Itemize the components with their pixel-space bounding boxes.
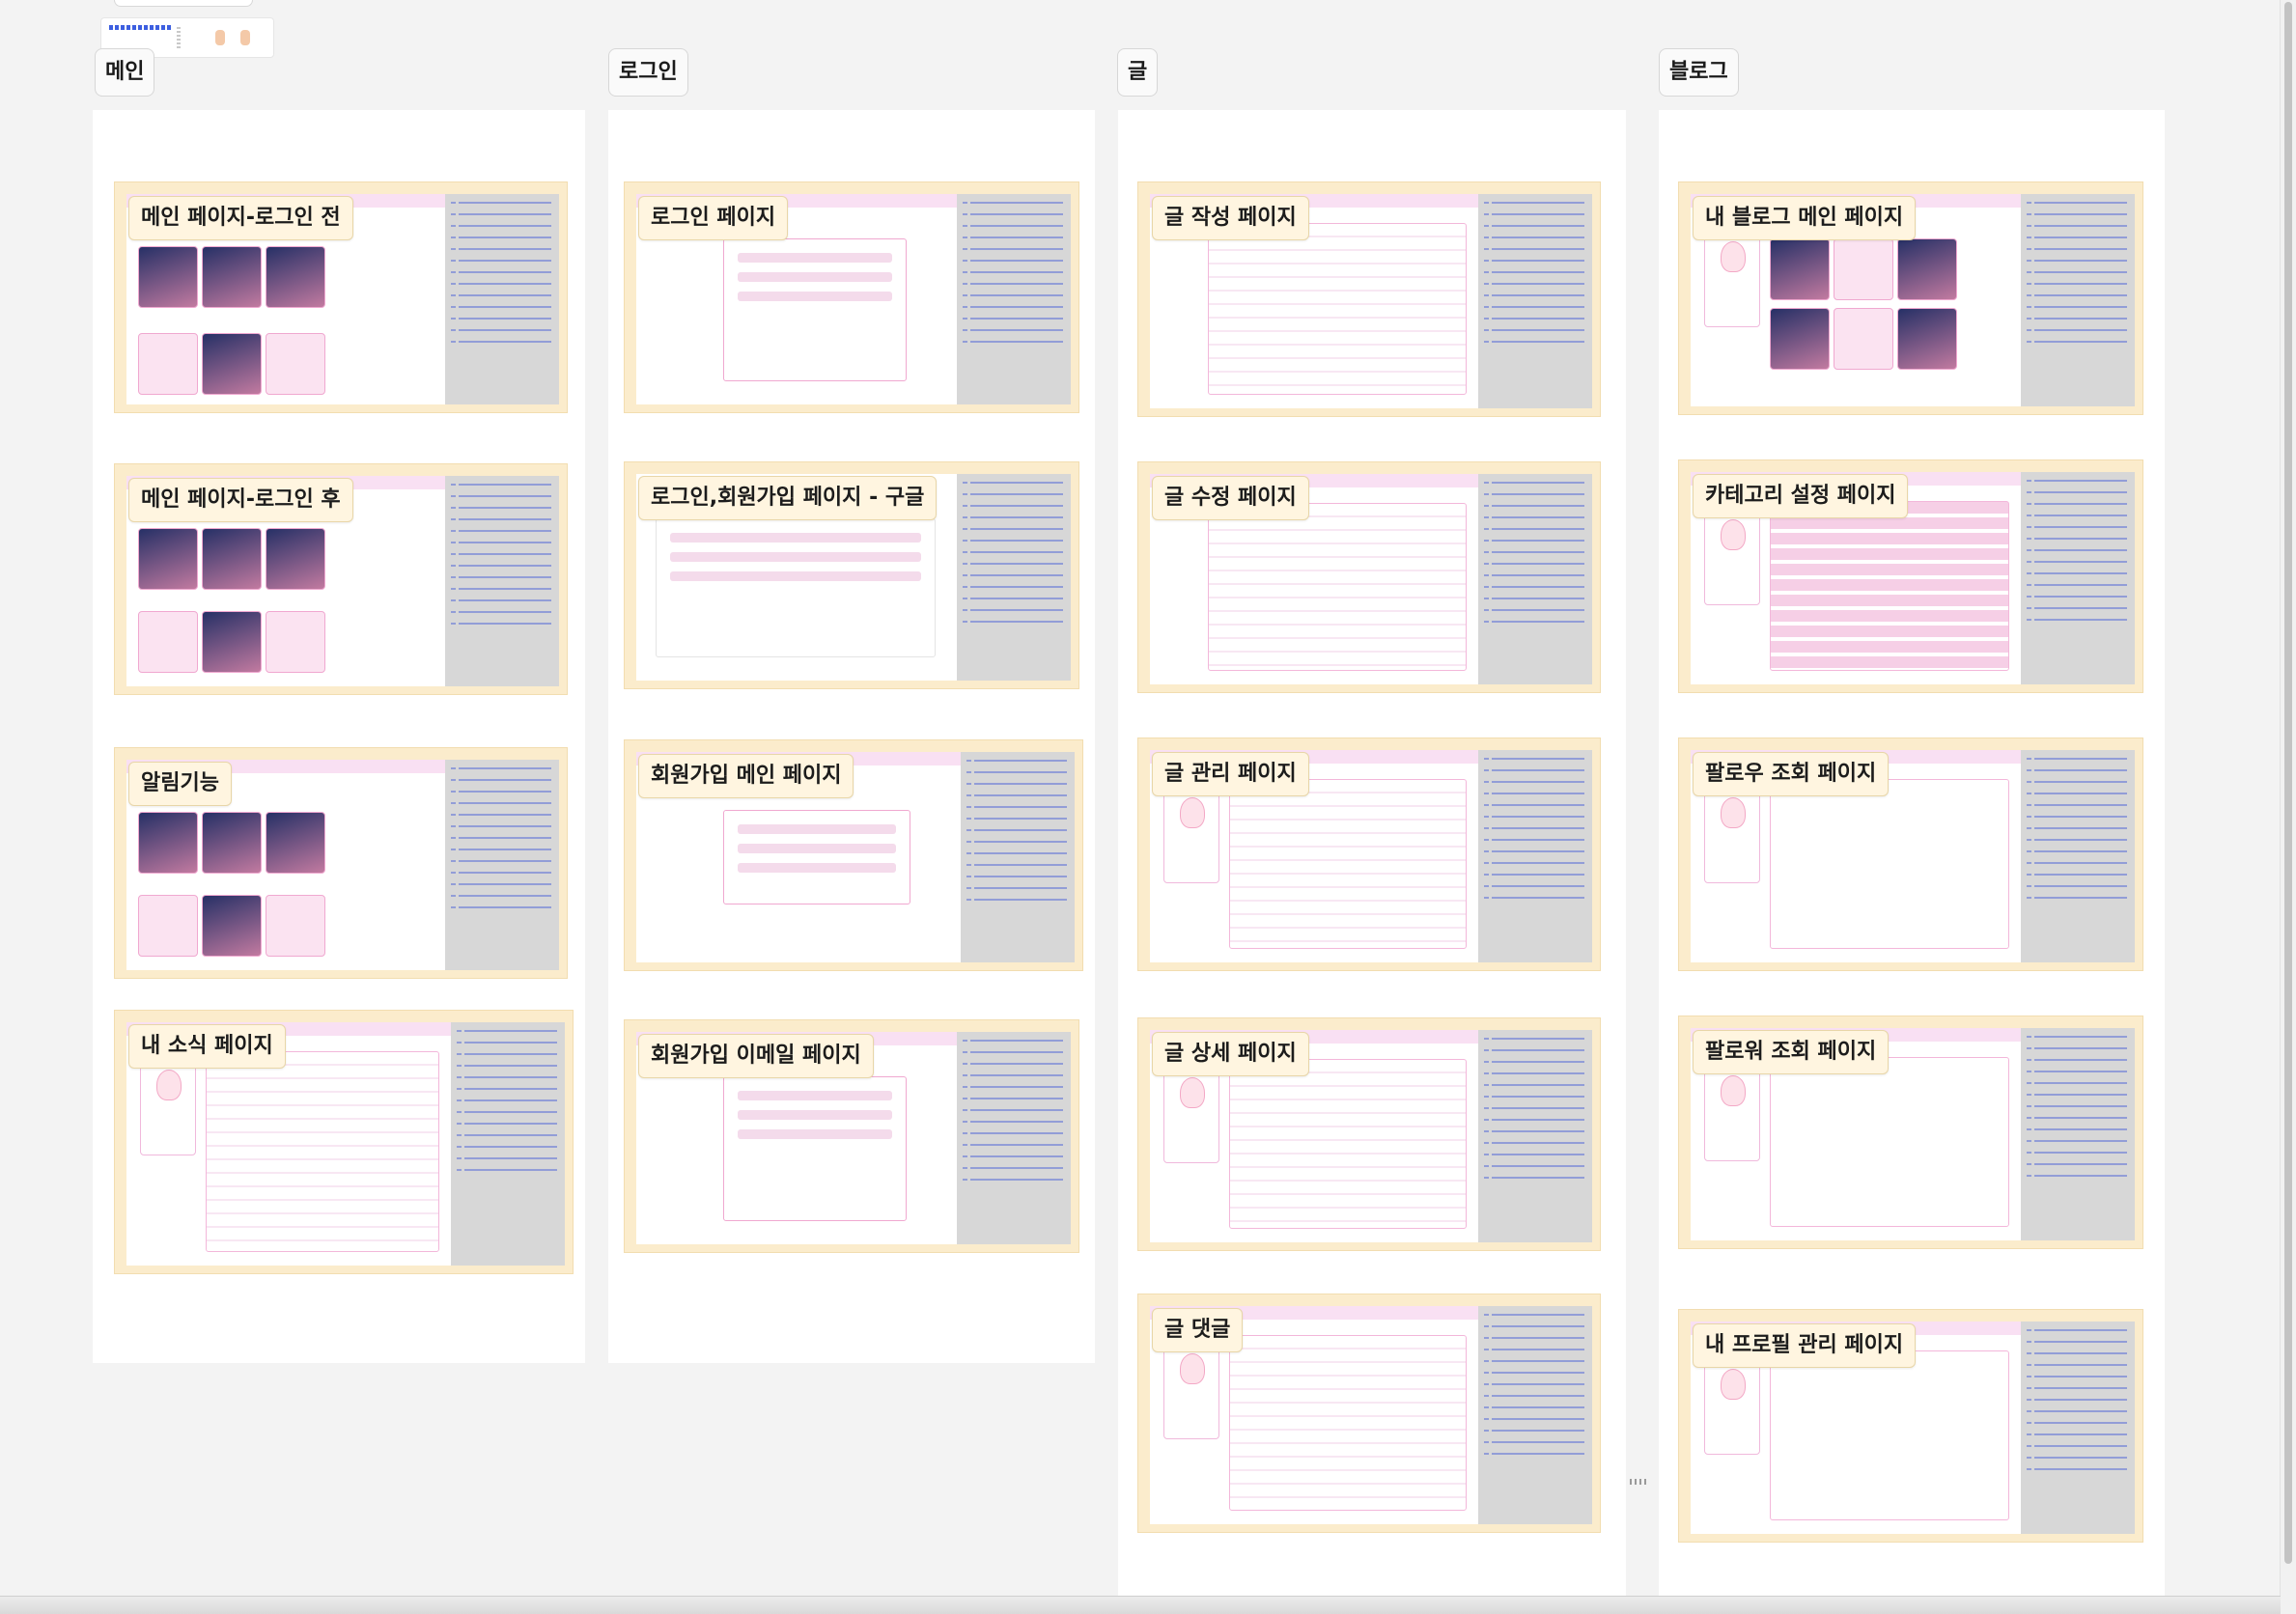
frame-card[interactable]: 글 상세 페이지 xyxy=(1137,1017,1601,1251)
frame-card[interactable]: 로그인 페이지 xyxy=(624,181,1079,413)
frame-card[interactable]: 내 프로필 관리 페이지 xyxy=(1678,1309,2143,1543)
frame-card[interactable]: 메인 페이지-로그인 후 xyxy=(114,463,568,695)
frame-title: 내 소식 페이지 xyxy=(128,1024,286,1069)
frame-card[interactable]: 로그인,회원가입 페이지 - 구글 xyxy=(624,461,1079,689)
frame-card[interactable]: 내 블로그 메인 페이지 xyxy=(1678,181,2143,415)
frame-title: 메인 페이지-로그인 전 xyxy=(128,196,353,240)
frame-card[interactable]: 알림기능 xyxy=(114,747,568,979)
frame-card[interactable]: 글 수정 페이지 xyxy=(1137,461,1601,693)
vertical-scrollbar[interactable] xyxy=(2280,0,2296,1614)
frame-title: 팔로우 조회 페이지 xyxy=(1693,752,1890,796)
frame-card[interactable]: 카테고리 설정 페이지 xyxy=(1678,459,2143,693)
minimap-dots xyxy=(109,25,173,30)
frame-title: 내 프로필 관리 페이지 xyxy=(1693,1323,1917,1368)
minimap-avatar-icon xyxy=(215,30,225,45)
frame-title: 내 블로그 메인 페이지 xyxy=(1693,196,1917,240)
top-toolbar-handle[interactable] xyxy=(114,0,253,7)
frame-title: 로그인 페이지 xyxy=(638,196,789,240)
section-label-post[interactable]: 글 xyxy=(1117,48,1159,97)
frame-card[interactable]: 팔로워 조회 페이지 xyxy=(1678,1016,2143,1249)
minimap-avatar-icon xyxy=(240,30,250,45)
minimap-bar xyxy=(177,27,181,50)
frame-card[interactable]: 글 작성 페이지 xyxy=(1137,181,1601,417)
section-label-main[interactable]: 메인 xyxy=(95,48,155,97)
drag-handle-icon[interactable] xyxy=(1630,1479,1647,1485)
frame-card[interactable]: 메인 페이지-로그인 전 xyxy=(114,181,568,413)
frame-title: 글 상세 페이지 xyxy=(1152,1032,1309,1076)
frame-title: 팔로워 조회 페이지 xyxy=(1693,1030,1890,1074)
frame-title: 로그인,회원가입 페이지 - 구글 xyxy=(638,476,938,520)
frame-card[interactable]: 글 관리 페이지 xyxy=(1137,737,1601,971)
section-label-blog[interactable]: 블로그 xyxy=(1659,48,1739,97)
frame-title: 글 수정 페이지 xyxy=(1152,476,1309,520)
frame-title: 글 작성 페이지 xyxy=(1152,196,1309,240)
frame-card[interactable]: 회원가입 이메일 페이지 xyxy=(624,1019,1079,1253)
frame-card[interactable]: 팔로우 조회 페이지 xyxy=(1678,737,2143,971)
frame-card[interactable]: 글 댓글 xyxy=(1137,1294,1601,1533)
frame-title: 카테고리 설정 페이지 xyxy=(1693,474,1909,518)
section-label-login[interactable]: 로그인 xyxy=(608,48,688,97)
scrollbar-thumb[interactable] xyxy=(2284,2,2292,1564)
frame-title: 회원가입 메인 페이지 xyxy=(638,754,854,798)
horizontal-scrollbar[interactable] xyxy=(0,1596,2281,1614)
frame-title: 글 관리 페이지 xyxy=(1152,752,1309,796)
frame-card[interactable]: 회원가입 메인 페이지 xyxy=(624,739,1083,971)
frame-title: 회원가입 이메일 페이지 xyxy=(638,1034,874,1078)
frame-card[interactable]: 내 소식 페이지 xyxy=(114,1010,574,1274)
frame-title: 메인 페이지-로그인 후 xyxy=(128,478,353,522)
frame-title: 글 댓글 xyxy=(1152,1308,1244,1352)
frame-title: 알림기능 xyxy=(128,762,232,806)
